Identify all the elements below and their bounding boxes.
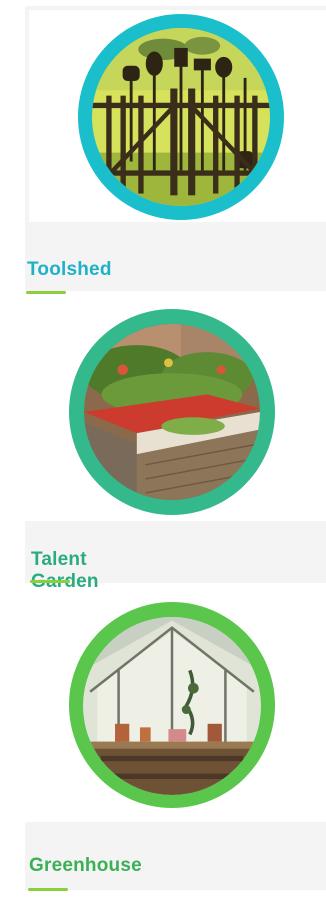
raised-garden-beds-photo[interactable] xyxy=(84,324,260,500)
card-title[interactable]: Greenhouse xyxy=(29,855,142,877)
garden-tools-fence-photo[interactable] xyxy=(92,28,270,206)
title-underline xyxy=(28,888,68,891)
title-underline xyxy=(30,580,70,583)
card-title[interactable]: Talent Garden xyxy=(31,549,99,593)
card-title[interactable]: Toolshed xyxy=(27,259,112,281)
title-underline xyxy=(26,291,66,294)
greenhouse-interior-photo[interactable] xyxy=(83,617,261,795)
